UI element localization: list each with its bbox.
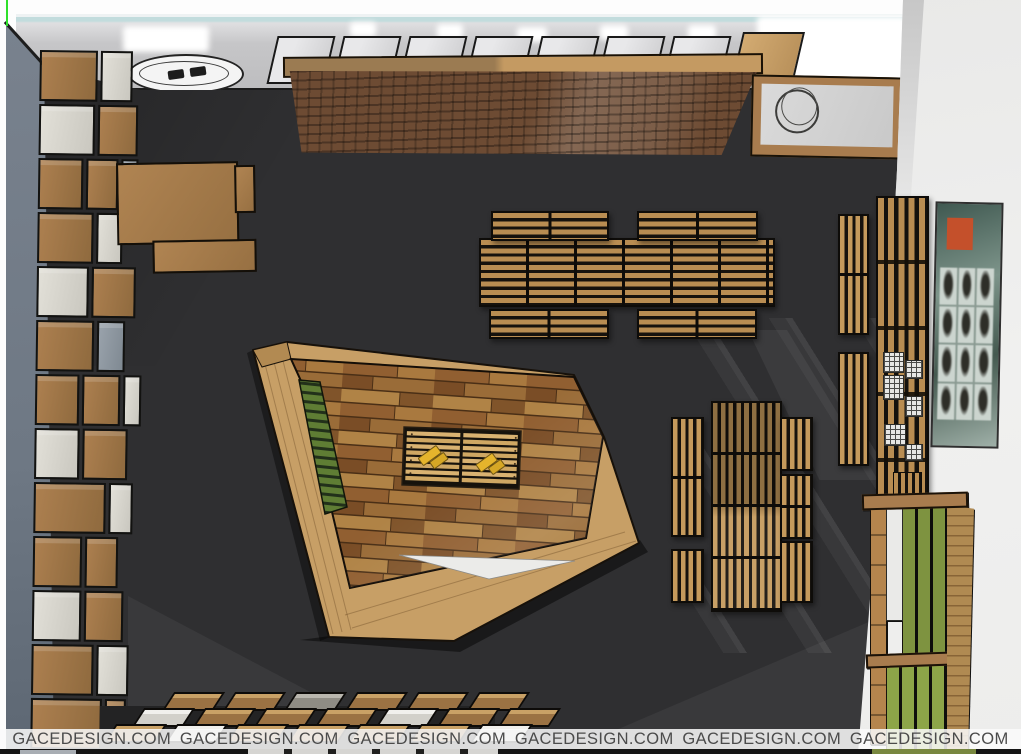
poster-cell [958,268,975,305]
bench-top-left [491,211,609,241]
poster-orange-block [947,218,974,251]
bench-top-right [637,211,758,241]
watermark-text: GACEDESIGN.COM [180,730,339,749]
bench-v-left-2 [671,477,704,537]
service-counter [112,157,264,286]
skylight-glow [123,26,209,52]
shelf-cubby [34,428,80,480]
watermark-text: GACEDESIGN.COM [515,730,674,749]
green-locker-shelf [858,487,980,754]
poster-cell [957,306,974,343]
sketchup-axis-line [6,0,8,26]
shelf-cubby [123,375,142,426]
green-shelf-white-panel [886,507,903,621]
shelf-cubby [83,591,123,643]
poster-cell [938,344,955,381]
poster-cell [976,307,993,344]
counter-main [116,161,239,245]
shelf-cubby [100,51,133,102]
shelf-cubby [38,158,84,210]
shelf-row [36,320,130,372]
shelf-cubby [35,374,80,426]
shelf-cubby [39,104,96,156]
poster-cell [956,345,973,382]
bench-v-left-1 [671,417,704,478]
display-panel-grid-wall [285,71,757,155]
shelf-cubby [108,483,133,534]
wire-basket [905,360,923,379]
green-shelf-left-column [870,503,887,745]
poster-cell [956,383,973,420]
counter-side-piece [234,165,256,213]
bench-v-left-3 [671,549,704,603]
shelf-cubby [36,266,89,318]
wall-poster [930,201,1003,448]
poster-cell [939,306,956,343]
watermark-strip: GACEDESIGN.COM GACEDESIGN.COM GACEDESIGN… [0,729,1021,750]
shelf-cubby [96,321,125,372]
central-wood-platform [240,330,660,652]
shelf-cubby [82,375,121,427]
bench-v-right-1 [780,417,813,471]
shelf-row [35,374,136,426]
poster-image-grid [937,267,994,420]
long-table-vertical [711,401,782,612]
watermark-text: GACEDESIGN.COM [682,730,841,749]
bottom-green-shelf-edge [872,749,976,754]
bench-bottom-right [637,309,757,339]
bench-v-right-3 [780,541,813,603]
wire-basket [883,352,904,373]
poster-cell [975,345,992,382]
bottom-wall-sliver [20,750,76,754]
bottom-edge-bar [0,749,1021,754]
bench-bottom-left [489,309,609,339]
shelf-cubby [36,320,95,372]
poster-cell [974,384,991,421]
bottom-table-edge [248,749,498,754]
shelf-cubby [31,644,94,696]
green-panel-upper [902,503,949,655]
green-shelf-top-bar [862,492,968,511]
shelf-cubby [39,50,98,102]
render-canvas: GACEDESIGN.COM GACEDESIGN.COM GACEDESIGN… [0,0,1021,754]
wall-bench-2 [838,352,869,466]
poster-cell [937,383,954,420]
shelf-cubby [32,590,81,642]
basin-cabinet [750,74,904,159]
shelf-row [32,590,126,642]
wire-basket [883,375,904,400]
green-shelf-wood-side [947,505,974,752]
watermark-text: GACEDESIGN.COM [347,730,506,749]
shelf-cubby [37,212,94,264]
ceiling-speaker-icon [167,69,184,80]
shelf-cubby [85,537,118,588]
shelf-cubby [33,482,106,534]
wall-bench-1 [838,214,869,335]
wire-basket [905,444,923,461]
wire-basket [884,424,906,446]
bench-v-right-2 [780,474,813,539]
shelf-row [39,50,133,102]
ceiling-speaker-icon [189,66,206,77]
left-shelving-column [30,50,140,754]
poster-cell [977,268,994,305]
skylight-glow [350,22,376,37]
watermark-text: GACEDESIGN.COM [12,730,171,749]
shelf-row [33,536,118,588]
long-table-horizontal [479,238,775,307]
counter-extension [152,239,257,274]
shelf-row [31,644,132,696]
shelf-cubby [82,429,128,481]
watermark-text: GACEDESIGN.COM [850,730,1009,749]
shelf-row [37,212,122,264]
ceiling-light-fixture [128,54,244,94]
shelf-row [39,104,140,156]
shelf-cubby [33,536,83,588]
wire-basket [905,396,923,417]
shelf-row [34,428,128,480]
poster-cell [939,267,956,304]
shelf-cubby [96,645,129,696]
shelf-cubby [98,105,139,157]
shelf-row [33,482,134,534]
